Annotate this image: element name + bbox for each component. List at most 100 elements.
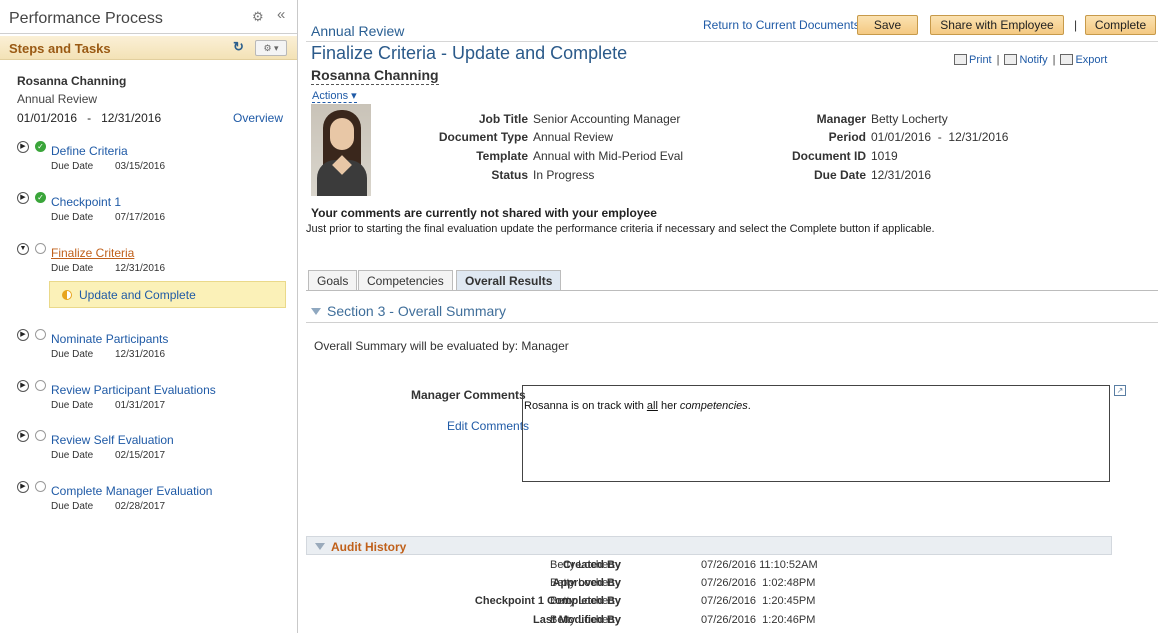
step-link[interactable]: Define Criteria bbox=[51, 144, 128, 158]
expand-step-icon[interactable]: ▶ bbox=[17, 380, 29, 392]
completed-check-icon: ✓ bbox=[35, 192, 46, 203]
audit-date: 07/26/2016 1:20:45PM bbox=[701, 595, 816, 607]
collapse-step-icon[interactable]: ▼ bbox=[17, 243, 29, 255]
due-date-label: Due Date bbox=[51, 161, 94, 172]
template-label: Template bbox=[476, 149, 528, 163]
notify-action[interactable]: Notify bbox=[1004, 54, 1048, 66]
options-dropdown-button[interactable]: ⚙ ▾ bbox=[255, 40, 287, 56]
page-title: Finalize Criteria - Update and Complete bbox=[311, 43, 628, 63]
section-divider bbox=[306, 322, 1158, 323]
edit-comments-link[interactable]: Edit Comments bbox=[447, 419, 529, 433]
pending-circle-icon bbox=[35, 243, 46, 254]
employee-name-link[interactable]: Rosanna Channing bbox=[311, 67, 439, 85]
breadcrumb: Annual Review bbox=[311, 23, 405, 39]
due-date-label: Due Date bbox=[51, 263, 94, 274]
document-type-label: Document Type bbox=[438, 130, 528, 144]
actions-menu[interactable]: Actions ▾ bbox=[312, 89, 357, 103]
return-to-current-documents-link[interactable]: Return to Current Documents bbox=[703, 18, 860, 32]
export-icon bbox=[1060, 54, 1074, 65]
tab-divider bbox=[306, 290, 1158, 291]
step-link[interactable]: Checkpoint 1 bbox=[51, 195, 121, 209]
printer-icon bbox=[954, 54, 967, 65]
document-toolbar: Print | Notify | Export bbox=[954, 54, 1107, 66]
expand-step-icon[interactable]: ▶ bbox=[17, 430, 29, 442]
overview-link[interactable]: Overview bbox=[233, 111, 283, 125]
audit-name: Betty Locherty bbox=[550, 559, 621, 571]
section-header[interactable]: Section 3 - Overall Summary bbox=[311, 303, 506, 319]
refresh-icon[interactable]: ↻ bbox=[233, 39, 244, 55]
share-with-employee-button[interactable]: Share with Employee bbox=[930, 15, 1064, 35]
comment-text: Rosanna is on track with bbox=[524, 400, 647, 412]
collapse-triangle-icon bbox=[315, 543, 325, 550]
print-label: Print bbox=[969, 54, 992, 66]
due-date-value: 12/31/2016 bbox=[871, 168, 932, 182]
job-title-label: Job Title bbox=[478, 112, 528, 126]
due-date-value: 12/31/2016 bbox=[115, 349, 166, 360]
task-link[interactable]: Update and Complete bbox=[79, 288, 196, 302]
completed-check-icon: ✓ bbox=[35, 141, 46, 152]
due-date-value: 02/15/2017 bbox=[115, 450, 166, 461]
due-date-value: 07/17/2016 bbox=[115, 212, 166, 223]
tab-goals[interactable]: Goals bbox=[308, 270, 358, 290]
due-date-label: Due Date bbox=[51, 400, 94, 411]
notify-label: Notify bbox=[1019, 54, 1048, 66]
step-link[interactable]: Review Self Evaluation bbox=[51, 433, 174, 447]
audit-date: 07/26/2016 1:02:48PM bbox=[701, 577, 816, 589]
status-value: In Progress bbox=[533, 168, 595, 182]
step-link[interactable]: Nominate Participants bbox=[51, 332, 168, 346]
export-action[interactable]: Export bbox=[1060, 54, 1107, 66]
task-update-and-complete[interactable]: Update and Complete bbox=[49, 281, 286, 308]
evaluated-by-text: Overall Summary will be evaluated by: Ma… bbox=[314, 339, 569, 353]
mail-icon bbox=[1004, 54, 1018, 65]
document-type-value: Annual Review bbox=[533, 130, 614, 144]
pending-circle-icon bbox=[35, 380, 46, 391]
toolbar-separator: | bbox=[1052, 54, 1056, 66]
due-date-label: Due Date bbox=[51, 212, 94, 223]
sharing-notice-text: Just prior to starting the final evaluat… bbox=[306, 223, 935, 235]
due-date-label: Due Date bbox=[51, 501, 94, 512]
comment-italic: competencies bbox=[679, 400, 748, 412]
due-date-value: 01/31/2017 bbox=[115, 400, 166, 411]
expand-step-icon[interactable]: ▶ bbox=[17, 192, 29, 204]
expand-editor-icon[interactable]: ↗ bbox=[1114, 385, 1126, 396]
button-separator: | bbox=[1074, 18, 1078, 32]
audit-history-header[interactable]: Audit History bbox=[306, 536, 1112, 555]
save-button[interactable]: Save bbox=[857, 15, 918, 35]
complete-button[interactable]: Complete bbox=[1085, 15, 1156, 35]
tab-competencies[interactable]: Competencies bbox=[358, 270, 453, 290]
steps-and-tasks-bar: Steps and Tasks ↻ ⚙ ▾ bbox=[0, 36, 297, 60]
print-action[interactable]: Print bbox=[954, 54, 992, 66]
comment-text: her bbox=[657, 400, 680, 412]
period-separator: - bbox=[87, 111, 92, 125]
period-end: 12/31/2016 bbox=[101, 111, 162, 125]
steps-and-tasks-title: Steps and Tasks bbox=[9, 41, 111, 56]
step-link[interactable]: Review Participant Evaluations bbox=[51, 383, 216, 397]
manager-comments-box[interactable]: Rosanna is on track with all her compete… bbox=[522, 385, 1110, 482]
collapse-panel-icon[interactable]: « bbox=[277, 6, 285, 23]
employee-name: Rosanna Channing bbox=[17, 74, 127, 88]
audit-history-title: Audit History bbox=[331, 540, 407, 554]
pending-circle-icon bbox=[35, 430, 46, 441]
expand-step-icon[interactable]: ▶ bbox=[17, 141, 29, 153]
due-date-label: Due Date bbox=[813, 168, 866, 182]
due-date-label: Due Date bbox=[51, 349, 94, 360]
expand-step-icon[interactable]: ▶ bbox=[17, 481, 29, 493]
document-panel: Annual Review Return to Current Document… bbox=[299, 0, 1159, 633]
audit-history-title-wrap: Audit History bbox=[315, 540, 406, 554]
toolbar-separator: | bbox=[996, 54, 1000, 66]
sharing-notice-headline: Your comments are currently not shared w… bbox=[311, 206, 657, 220]
tab-overall-results[interactable]: Overall Results bbox=[456, 270, 562, 291]
section-title: Section 3 - Overall Summary bbox=[327, 303, 506, 319]
step-link[interactable]: Finalize Criteria bbox=[51, 246, 134, 260]
expand-step-icon[interactable]: ▶ bbox=[17, 329, 29, 341]
chevron-down-icon: ▾ bbox=[351, 90, 357, 102]
gear-icon[interactable]: ⚙ bbox=[252, 9, 264, 25]
period-start: 01/01/2016 bbox=[17, 111, 78, 125]
step-link[interactable]: Complete Manager Evaluation bbox=[51, 484, 212, 498]
performance-process-panel: Performance Process ⚙ « Steps and Tasks … bbox=[0, 0, 298, 633]
in-progress-icon bbox=[62, 290, 72, 300]
period-range: 01/01/2016-12/31/2016 bbox=[17, 111, 161, 125]
due-date-value: 02/28/2017 bbox=[115, 501, 166, 512]
pending-circle-icon bbox=[35, 481, 46, 492]
audit-name: Betty Locherty bbox=[550, 577, 621, 589]
